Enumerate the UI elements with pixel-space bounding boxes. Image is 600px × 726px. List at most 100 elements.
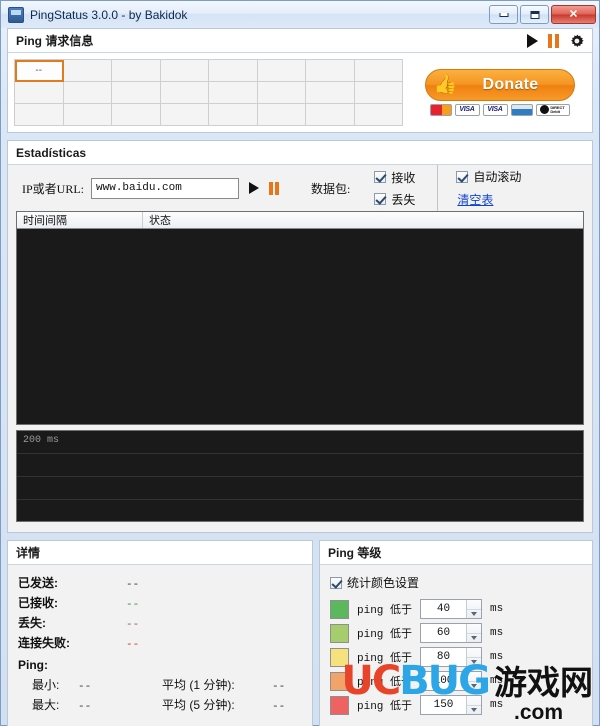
maximize-button[interactable] <box>520 5 549 24</box>
start-ping-icon[interactable] <box>249 182 260 194</box>
minimize-button[interactable] <box>489 5 518 24</box>
color-swatch-orange[interactable] <box>330 671 349 691</box>
ping-avg5-label: 平均 (5 分钟): <box>162 698 235 712</box>
spinner-up-icon[interactable] <box>467 600 482 610</box>
spinner-buttons[interactable] <box>466 624 482 643</box>
clear-table-link[interactable]: 清空表 <box>457 191 521 208</box>
grid-cell[interactable] <box>354 82 403 104</box>
level-label-5: ping 低于 <box>357 701 413 713</box>
spinner-up-icon[interactable] <box>467 624 482 634</box>
level-spinner-3[interactable]: 80 <box>420 647 483 667</box>
level-spinner-2[interactable]: 60 <box>420 623 483 643</box>
grid-cell[interactable] <box>160 60 209 82</box>
grid-cell[interactable] <box>257 104 306 126</box>
level-row-5: ping 低于 150 ms <box>330 695 582 715</box>
grid-cell[interactable] <box>160 104 209 126</box>
spinner-buttons[interactable] <box>466 600 482 619</box>
grid-cell[interactable] <box>306 60 355 82</box>
color-swatch-yellow[interactable] <box>330 647 349 667</box>
grid-cell[interactable] <box>209 60 258 82</box>
level-label-3: ping 低于 <box>357 653 413 665</box>
ping-levels-title: Ping 等级 <box>328 546 382 560</box>
pause-ping-icon[interactable] <box>269 181 280 195</box>
detail-value-failed: -- <box>126 639 140 651</box>
grid-cell[interactable] <box>63 82 112 104</box>
statistics-controls-row: IP或者URL: 数据包: 接收 丢失 <box>16 165 584 211</box>
spinner-down-icon[interactable] <box>467 682 481 691</box>
color-swatch-red[interactable] <box>330 695 349 715</box>
graph-gridline <box>17 453 583 454</box>
grid-cell[interactable] <box>354 60 403 82</box>
ping-request-grid[interactable]: -- <box>14 59 403 126</box>
graph-gridline <box>17 499 583 500</box>
ping-min-value: -- <box>78 681 92 693</box>
level-value-1: 40 <box>436 603 451 615</box>
color-swatch-green[interactable] <box>330 599 349 619</box>
spinner-buttons[interactable] <box>466 648 482 667</box>
checkbox-autoscroll[interactable]: 自动滚动 <box>456 168 521 185</box>
grid-cell[interactable] <box>112 104 161 126</box>
spinner-buttons[interactable] <box>466 672 482 691</box>
grid-cell[interactable] <box>112 60 161 82</box>
checkbox-lost[interactable]: 丢失 <box>374 191 415 208</box>
grid-cell[interactable] <box>15 82 64 104</box>
grid-cell[interactable] <box>209 104 258 126</box>
spinner-down-icon[interactable] <box>467 634 481 643</box>
ping-levels-panel: Ping 等级 统计颜色设置 ping 低于 40 ms ping 低于 60 … <box>319 540 593 726</box>
checkbox-color-settings[interactable]: 统计颜色设置 <box>330 574 582 591</box>
ping-levels-body: 统计颜色设置 ping 低于 40 ms ping 低于 60 ms ping … <box>320 565 592 726</box>
spinner-down-icon[interactable] <box>467 706 481 715</box>
ping-avg1-label: 平均 (1 分钟): <box>162 678 235 692</box>
grid-cell[interactable] <box>15 104 64 126</box>
spinner-down-icon[interactable] <box>467 610 481 619</box>
level-label-2: ping 低于 <box>357 629 413 641</box>
spinner-down-icon[interactable] <box>467 658 481 667</box>
grid-cell[interactable] <box>160 82 209 104</box>
ip-url-input[interactable] <box>91 177 240 199</box>
donate-button[interactable]: 👍 Donate <box>424 68 575 101</box>
level-spinner-5[interactable]: 150 <box>420 695 483 715</box>
ping-log-table: 时间间隔 状态 <box>16 211 584 425</box>
level-value-5: 150 <box>433 699 454 711</box>
ping-log-body[interactable] <box>17 229 583 424</box>
title-bar: PingStatus 3.0.0 - by Bakidok ✕ <box>1 1 599 28</box>
level-spinner-1[interactable]: 40 <box>420 599 483 619</box>
level-value-2: 60 <box>436 627 451 639</box>
checkbox-received-box[interactable] <box>374 171 387 183</box>
spinner-buttons[interactable] <box>466 696 482 715</box>
direct-debit-line2: Debit <box>550 108 560 114</box>
play-icon[interactable] <box>527 33 538 48</box>
color-swatch-light-green[interactable] <box>330 623 349 643</box>
spinner-up-icon[interactable] <box>467 672 482 682</box>
bank-card-icon <box>510 103 533 116</box>
grid-cell[interactable] <box>257 60 306 82</box>
gear-icon[interactable] <box>569 33 584 48</box>
grid-cell[interactable] <box>112 82 161 104</box>
grid-cell[interactable] <box>209 82 258 104</box>
ping-min-label: 最小: <box>32 678 60 692</box>
spinner-up-icon[interactable] <box>467 648 482 658</box>
grid-cell[interactable] <box>306 82 355 104</box>
ping-request-header: Ping 请求信息 <box>8 29 592 53</box>
checkbox-received-label: 接收 <box>391 170 416 185</box>
level-spinner-4[interactable]: 100 <box>420 671 483 691</box>
close-button[interactable]: ✕ <box>551 5 596 24</box>
grid-cell-selected[interactable]: -- <box>15 60 64 82</box>
grid-cell[interactable] <box>354 104 403 126</box>
checkbox-lost-label: 丢失 <box>391 192 416 207</box>
statistics-panel: Estadísticas IP或者URL: 数据包: 接收 丢失 <box>7 140 593 533</box>
grid-cell[interactable] <box>306 104 355 126</box>
level-unit-5: ms <box>490 699 504 711</box>
grid-cell[interactable] <box>63 104 112 126</box>
checkbox-lost-box[interactable] <box>374 193 387 205</box>
grid-cell[interactable] <box>257 82 306 104</box>
grid-cell[interactable] <box>63 60 112 82</box>
ping-request-title: Ping 请求信息 <box>16 34 94 48</box>
ping-request-controls <box>527 33 584 48</box>
detail-label-failed: 连接失败: <box>18 636 70 650</box>
spinner-up-icon[interactable] <box>467 696 482 706</box>
checkbox-color-settings-box[interactable] <box>330 576 342 589</box>
pause-icon[interactable] <box>548 33 559 48</box>
checkbox-received[interactable]: 接收 <box>374 169 415 186</box>
checkbox-autoscroll-box[interactable] <box>456 170 469 183</box>
